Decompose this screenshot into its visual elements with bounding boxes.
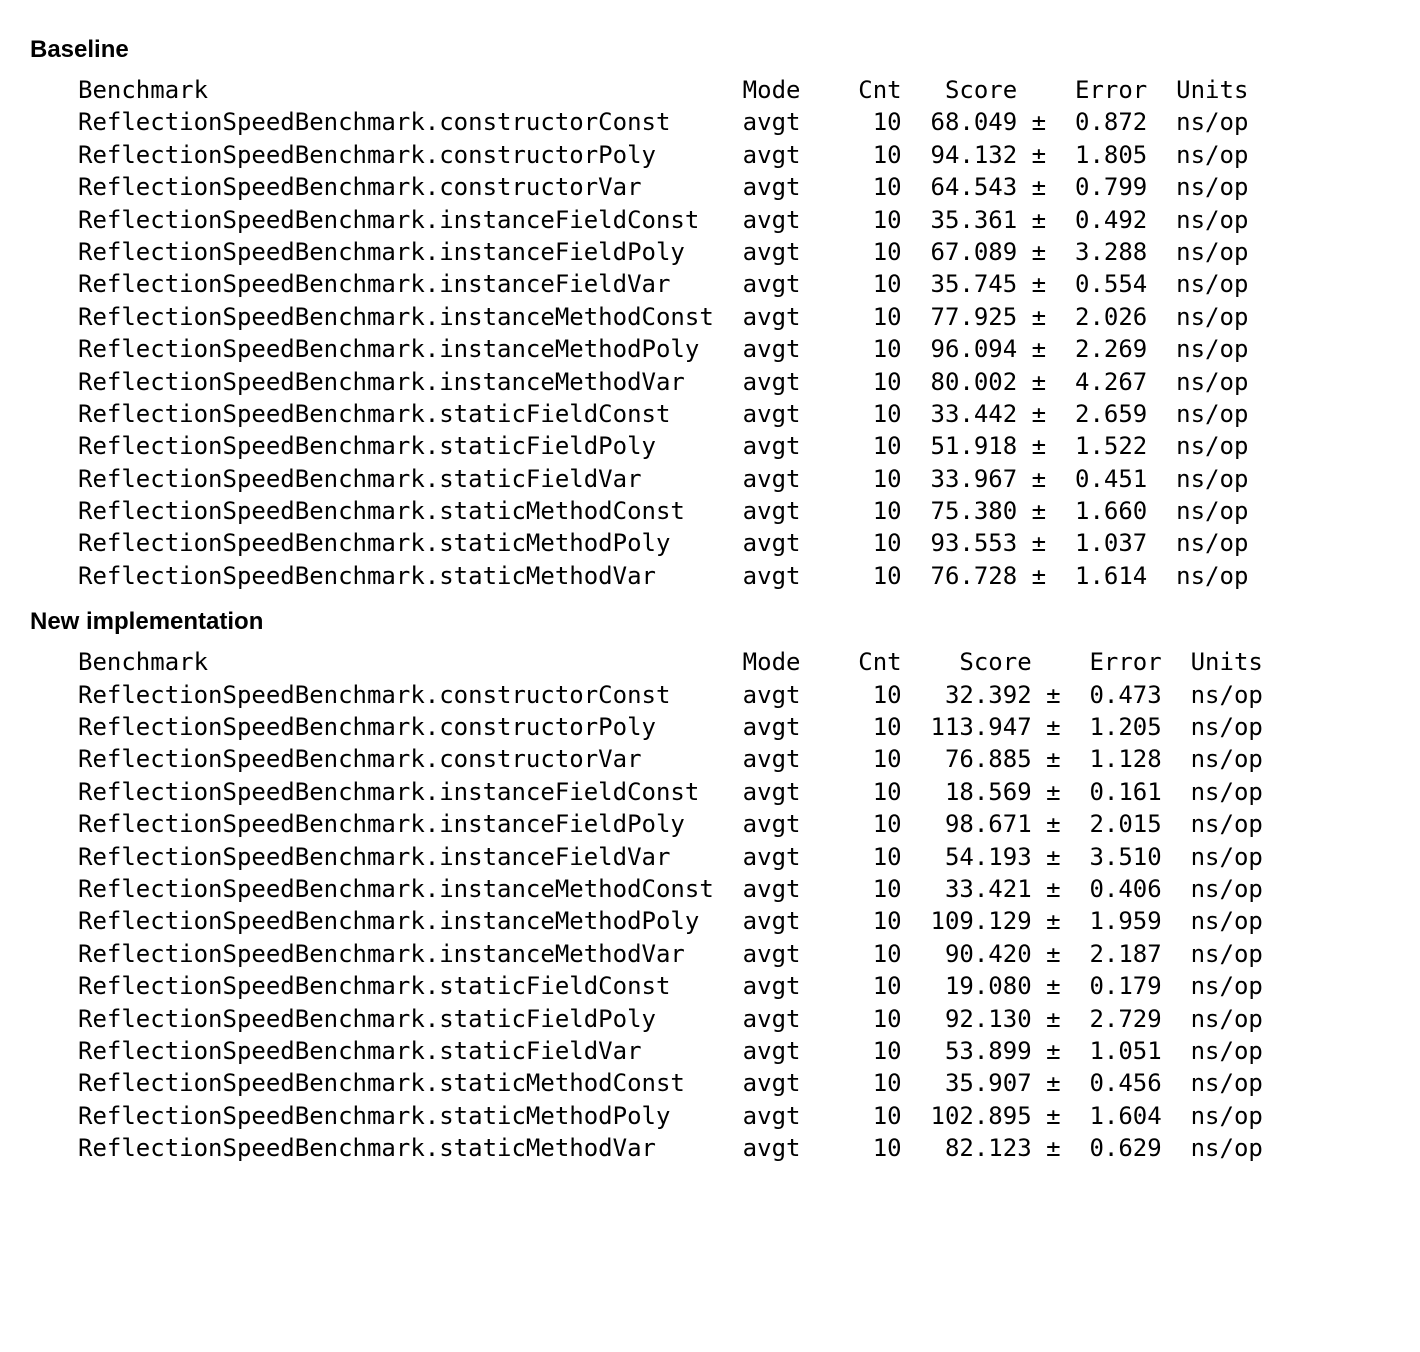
benchmark-table-baseline: Benchmark Mode Cnt Score Error Units Ref… — [78, 74, 1390, 592]
benchmark-table-new-implementation: Benchmark Mode Cnt Score Error Units Ref… — [78, 646, 1390, 1164]
section-title-new-implementation: New implementation — [30, 608, 1390, 636]
benchmark-document: Baseline Benchmark Mode Cnt Score Error … — [0, 0, 1420, 1205]
section-title-baseline: Baseline — [30, 36, 1390, 64]
